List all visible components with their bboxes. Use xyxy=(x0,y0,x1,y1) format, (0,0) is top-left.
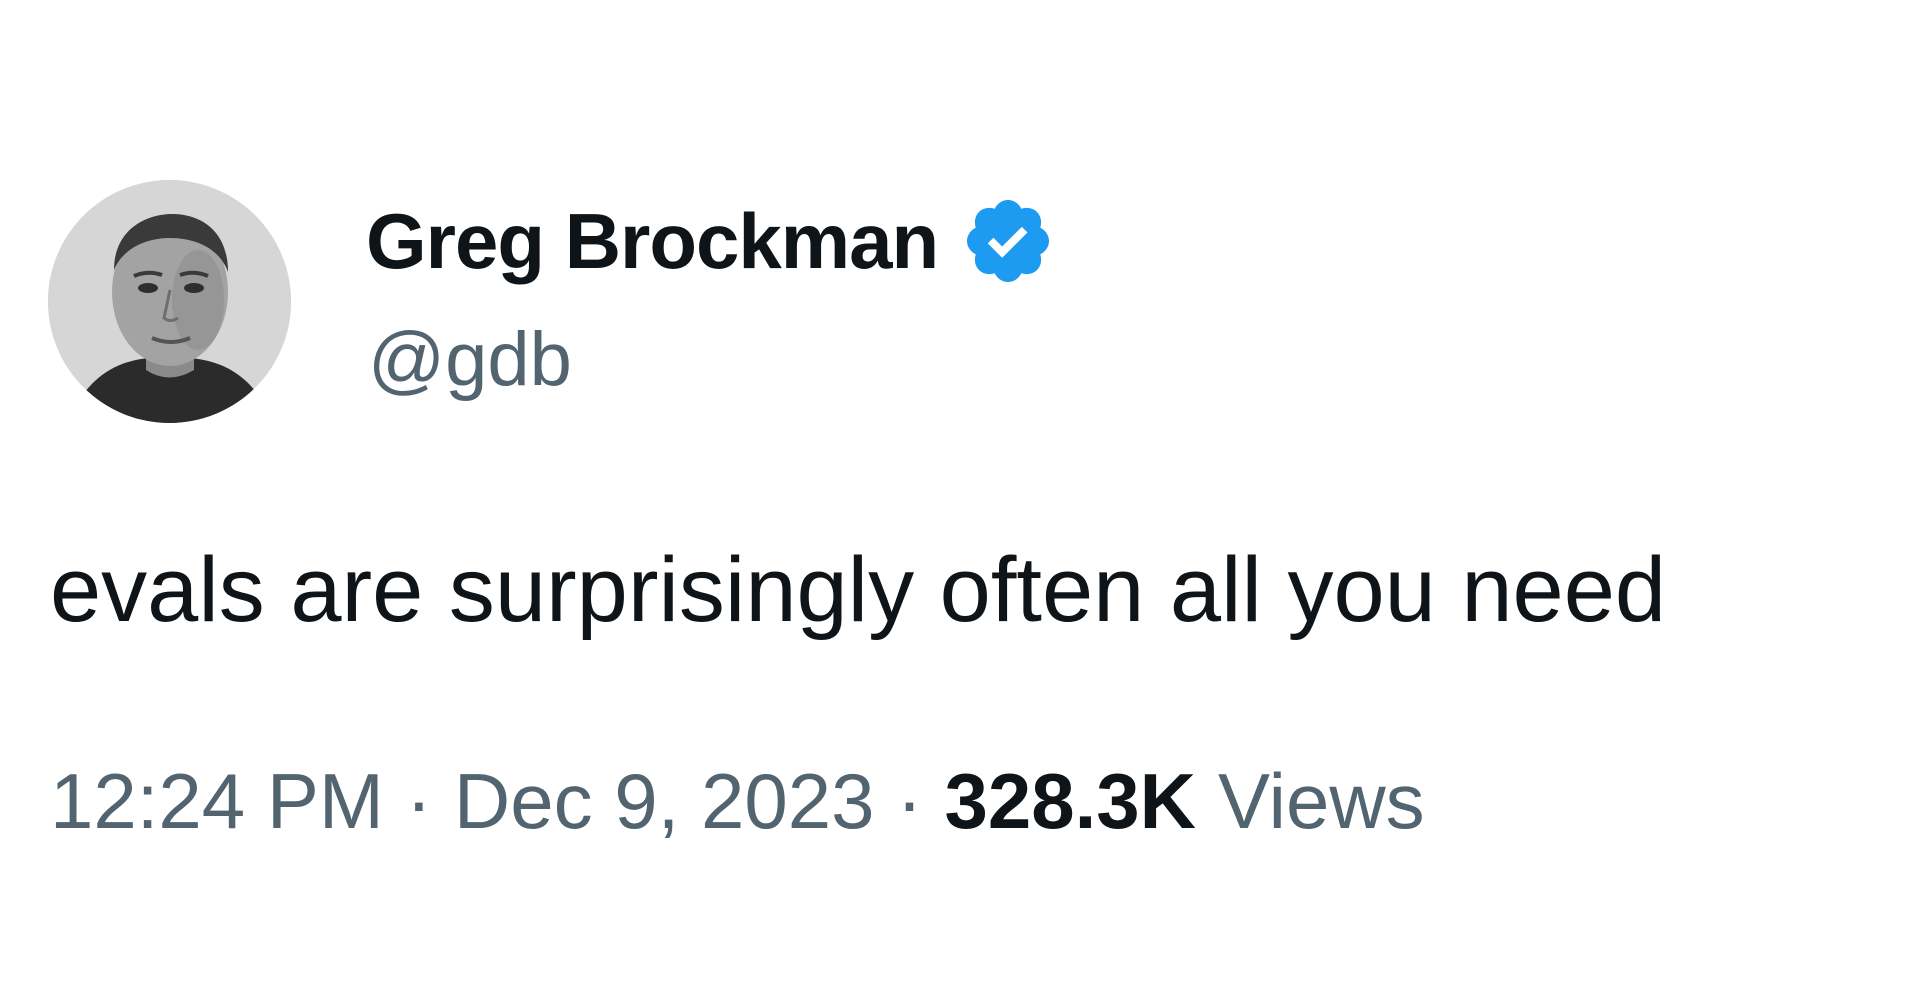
tweet-meta: 12:24 PM · Dec 9, 2023 · 328.3K Views xyxy=(50,762,1425,840)
author-name-row: Greg Brockman xyxy=(366,196,1056,286)
views-count: 328.3K xyxy=(944,757,1196,845)
tweet-text: evals are surprisingly often all you nee… xyxy=(50,539,1667,641)
tweet-date[interactable]: Dec 9, 2023 xyxy=(454,762,875,840)
avatar-photo xyxy=(48,180,291,423)
tweet-card: Greg Brockman @gdb evals are surprisingl… xyxy=(0,0,1924,1000)
meta-separator: · xyxy=(405,757,432,845)
verified-badge-icon[interactable] xyxy=(960,193,1056,289)
meta-separator: · xyxy=(896,757,923,845)
author-display-name[interactable]: Greg Brockman xyxy=(366,202,939,280)
avatar[interactable] xyxy=(48,180,291,423)
author-handle[interactable]: @gdb xyxy=(368,322,572,398)
tweet-time[interactable]: 12:24 PM xyxy=(50,762,384,840)
views-label: Views xyxy=(1218,757,1425,845)
